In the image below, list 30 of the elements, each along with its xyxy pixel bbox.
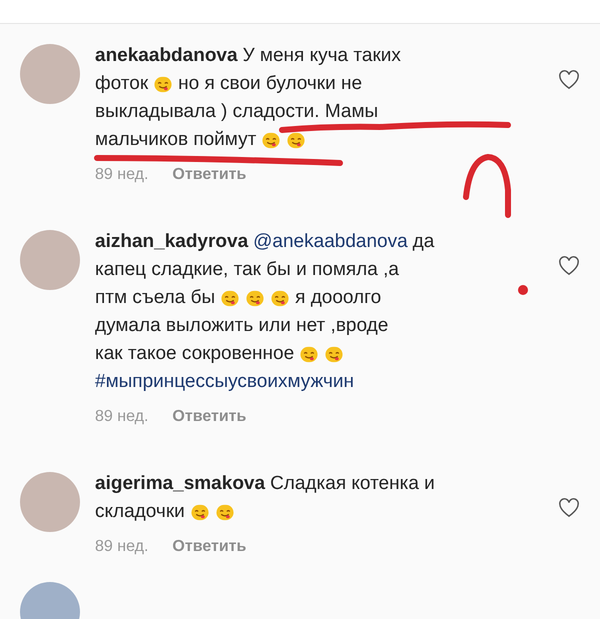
comment-text: да bbox=[412, 230, 434, 254]
comment-text: выкладывала ) сладости. Мамы bbox=[95, 100, 378, 124]
username[interactable]: aizhan_kadyrova bbox=[95, 228, 248, 256]
emoji-icon bbox=[286, 130, 306, 150]
comment-time: 89 нед. bbox=[95, 166, 148, 184]
comment-time: 89 нед. bbox=[95, 538, 148, 556]
comment-time: 89 нед. bbox=[95, 408, 148, 426]
username[interactable]: anekaabdanova bbox=[95, 42, 238, 70]
emoji-icon bbox=[261, 130, 282, 150]
comment-text: Сладкая котенка и bbox=[270, 472, 435, 496]
comment-text: мальчиков поймут bbox=[95, 128, 256, 152]
like-heart-icon[interactable] bbox=[558, 70, 580, 90]
emoji-icon bbox=[214, 502, 235, 522]
comment-text: У меня куча таких bbox=[242, 44, 401, 68]
username[interactable]: aigerima_smakova bbox=[95, 470, 266, 498]
comment-text: капец сладкие, так бы и помяла ,а bbox=[95, 258, 399, 282]
comment-text: как такое сокровенное bbox=[95, 342, 294, 366]
comment-text: фоток bbox=[95, 72, 148, 96]
like-heart-icon[interactable] bbox=[558, 498, 580, 518]
emoji-icon bbox=[190, 502, 210, 522]
comment-link[interactable]: #мыпринцессыусвоихмужчин bbox=[95, 368, 354, 396]
comment-link[interactable]: @anekaabdanova bbox=[253, 228, 408, 256]
comment-text: я дооолго bbox=[295, 286, 382, 310]
comment-text: но я свои булочки не bbox=[178, 72, 362, 96]
like-heart-icon[interactable] bbox=[558, 256, 580, 276]
annotation-hook bbox=[463, 154, 511, 218]
comment-text: складочки bbox=[95, 500, 185, 524]
comment-text: думала выложить или нет ,вроде bbox=[95, 314, 388, 338]
comment-text: птм съела бы bbox=[95, 286, 216, 310]
annotation-dot bbox=[518, 285, 528, 295]
